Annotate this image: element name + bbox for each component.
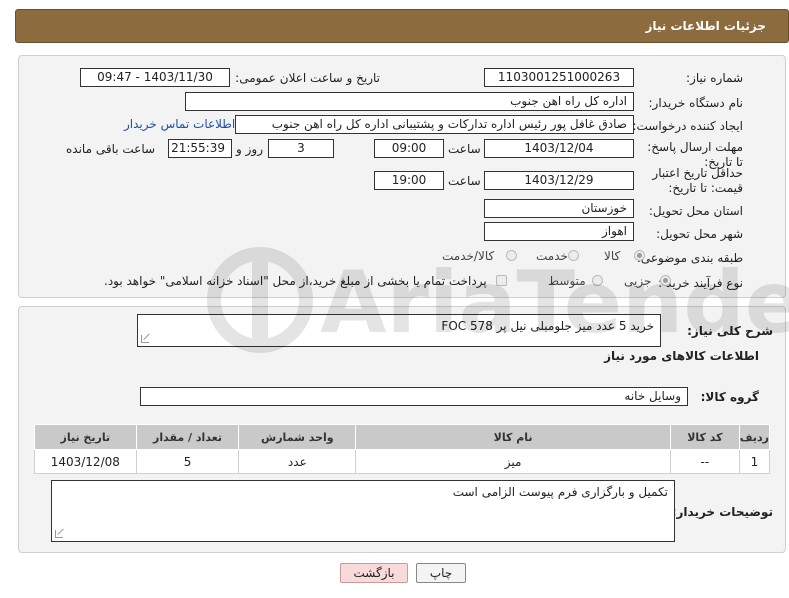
need-number-field: 1103001251000263 — [484, 68, 634, 87]
province-label: استان محل تحویل: — [648, 204, 743, 218]
buyer-notes-label: توضیحات خریدار: — [671, 505, 773, 519]
column-header-quantity: تعداد / مقدار — [135, 424, 240, 450]
print-button[interactable]: چاپ — [416, 563, 466, 583]
city-field: اهواز — [484, 222, 634, 241]
buyer-notes-text: تکمیل و بارگزاری فرم پیوست الزامی است — [452, 485, 668, 499]
resize-grip-icon[interactable] — [55, 530, 63, 538]
process-radio-medium[interactable] — [592, 275, 603, 286]
goods-section-title: اطلاعات کالاهای مورد نیاز — [604, 349, 759, 363]
days-label: روز و — [236, 142, 263, 156]
category-label: طبقه بندی موضوعی: — [636, 251, 743, 265]
process-radio-minor[interactable] — [660, 275, 671, 286]
buyer-notes-field: تکمیل و بارگزاری فرم پیوست الزامی است — [51, 480, 675, 542]
city-label: شهر محل تحویل: — [656, 227, 743, 241]
column-header-name: نام کالا — [355, 424, 671, 450]
province-field: خوزستان — [484, 199, 634, 218]
column-header-row-no: ردیف — [738, 424, 771, 450]
treasury-payment-note: پرداخت تمام یا بخشی از مبلغ خرید،از محل … — [104, 274, 487, 288]
column-header-unit: واحد شمارش — [238, 424, 357, 450]
buyer-org-label: نام دستگاه خریدار: — [648, 96, 744, 110]
buyer-contact-link[interactable]: اطلاعات تماس خریدار — [124, 117, 235, 131]
cell-name: میز — [355, 449, 671, 474]
category-option-goods: کالا — [604, 249, 621, 263]
category-radio-both[interactable] — [506, 250, 517, 261]
creator-field: صادق غافل پور رئیس اداره تدارکات و پشتیب… — [235, 115, 634, 134]
validity-time-field: 19:00 — [374, 171, 444, 190]
process-option-medium: متوسط — [548, 274, 586, 288]
page-header: جزئیات اطلاعات نیاز — [15, 9, 789, 43]
cell-need-date: 1403/12/08 — [34, 449, 137, 474]
process-option-minor: جزیی — [624, 274, 652, 288]
announce-field: 1403/11/30 - 09:47 — [80, 68, 230, 87]
deadline-time-field: 09:00 — [374, 139, 444, 158]
deadline-date-field: 1403/12/04 — [484, 139, 634, 158]
cell-unit: عدد — [238, 449, 357, 474]
creator-label: ایجاد کننده درخواست: — [632, 119, 743, 133]
validity-date-field: 1403/12/29 — [484, 171, 634, 190]
deadline-time-label: ساعت — [448, 142, 481, 156]
treasury-payment-checkbox[interactable] — [496, 275, 507, 286]
category-option-both: کالا/خدمت — [442, 249, 495, 263]
table-row: 1 -- میز عدد 5 1403/12/08 — [34, 449, 771, 474]
cell-row-no: 1 — [738, 449, 771, 474]
buyer-org-field: اداره کل راه اهن جنوب — [185, 92, 634, 111]
resize-grip-icon[interactable] — [141, 335, 149, 343]
validity-time-label: ساعت — [448, 174, 481, 188]
goods-table: ردیف کد کالا نام کالا واحد شمارش تعداد /… — [34, 424, 771, 474]
cell-code: -- — [669, 449, 740, 474]
goods-group-label: گروه کالا: — [700, 390, 759, 404]
category-radio-goods[interactable] — [634, 250, 645, 261]
table-header-row: ردیف کد کالا نام کالا واحد شمارش تعداد /… — [34, 424, 771, 450]
summary-text: خرید 5 عدد میز جلومبلی نیل پر FOC 578 — [441, 319, 654, 333]
announce-label: تاریخ و ساعت اعلان عمومی: — [235, 71, 380, 85]
category-radio-service[interactable] — [568, 250, 579, 261]
remaining-label: ساعت باقی مانده — [66, 142, 156, 156]
remaining-field: 21:55:39 — [168, 139, 232, 158]
need-number-label: شماره نیاز: — [686, 71, 743, 85]
page-title: جزئیات اطلاعات نیاز — [645, 19, 766, 33]
category-option-service: خدمت — [536, 249, 568, 263]
summary-label: شرح کلی نیاز: — [687, 324, 773, 338]
cell-quantity: 5 — [135, 449, 240, 474]
goods-group-field: وسایل خانه — [140, 387, 688, 406]
validity-label: حداقل تاریخ اعتبار قیمت: تا تاریخ: — [652, 166, 743, 195]
days-field: 3 — [268, 139, 334, 158]
back-button[interactable]: بازگشت — [340, 563, 408, 583]
summary-field: خرید 5 عدد میز جلومبلی نیل پر FOC 578 — [137, 314, 661, 347]
column-header-need-date: تاریخ نیاز — [34, 424, 137, 450]
process-label: نوع فرآیند خرید : — [658, 276, 743, 290]
column-header-code: کد کالا — [669, 424, 740, 450]
